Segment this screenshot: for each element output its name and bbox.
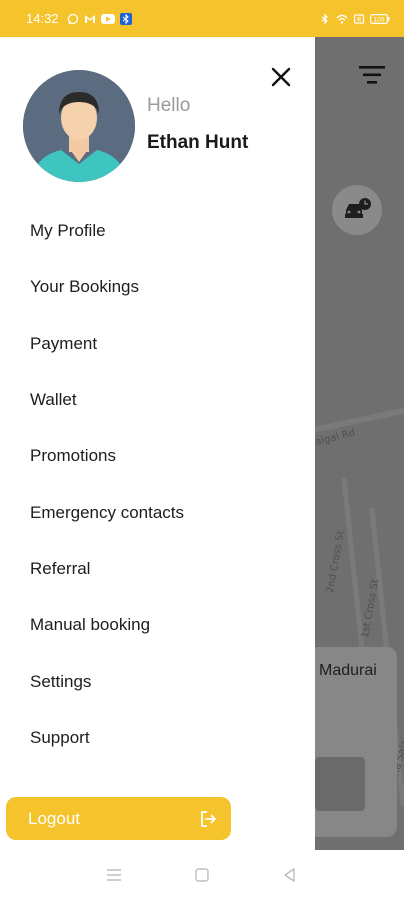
whatsapp-icon [67,13,79,25]
drawer-menu: My Profile Your Bookings Payment Wallet … [0,203,315,766]
wifi-icon [336,13,348,25]
menu-icon[interactable] [106,867,122,883]
logout-icon [201,810,216,827]
menu-item-wallet[interactable]: Wallet [0,372,315,428]
close-icon[interactable] [269,65,293,89]
battery-icon: 100 [370,13,390,25]
menu-item-your-bookings[interactable]: Your Bookings [0,259,315,315]
youtube-icon [100,13,115,24]
sim-icon [353,13,365,25]
menu-item-manual-booking[interactable]: Manual booking [0,597,315,653]
system-icons: 100 [319,13,390,25]
menu-item-emergency-contacts[interactable]: Emergency contacts [0,484,315,540]
navigation-drawer: Hello Ethan Hunt My Profile Your Booking… [0,37,315,850]
home-icon[interactable] [194,867,210,883]
avatar[interactable] [23,70,135,182]
menu-item-promotions[interactable]: Promotions [0,428,315,484]
system-nav-bar [0,850,404,900]
notification-icons [67,12,132,25]
bluetooth-icon [319,13,331,25]
menu-item-payment[interactable]: Payment [0,316,315,372]
map-overlay[interactable]: Vaigai Rd 2nd Cross St 1st Cross St Anna… [315,37,404,850]
location-card-field[interactable] [315,757,365,811]
menu-item-referral[interactable]: Referral [0,541,315,597]
gmail-icon [84,13,96,25]
user-name: Ethan Hunt [147,132,249,153]
status-time: 14:32 [26,11,59,26]
back-icon[interactable] [282,867,298,883]
status-bar: 14:32 100 [0,0,404,37]
user-avatar-icon [23,70,135,182]
menu-item-my-profile[interactable]: My Profile [0,203,315,259]
car-clock-icon [345,198,371,218]
map-road [315,403,404,437]
logout-button[interactable]: Logout [6,797,231,840]
greeting: Hello [147,95,191,116]
menu-item-settings[interactable]: Settings [0,653,315,709]
scheduled-ride-button[interactable] [332,185,382,235]
location-card-text: Madurai [319,662,377,679]
battery-level: 100 [374,16,385,23]
bluetooth-app-icon [119,12,132,25]
road-label: 1st Cross St [360,578,382,639]
filter-icon[interactable] [359,64,387,86]
menu-item-support[interactable]: Support [0,710,315,766]
logout-label: Logout [28,808,80,828]
road-label: 2nd Cross St [325,529,347,594]
